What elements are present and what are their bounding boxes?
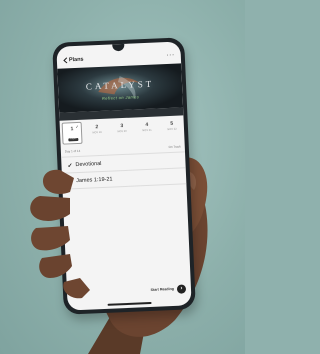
fingers-illustration <box>30 169 90 299</box>
